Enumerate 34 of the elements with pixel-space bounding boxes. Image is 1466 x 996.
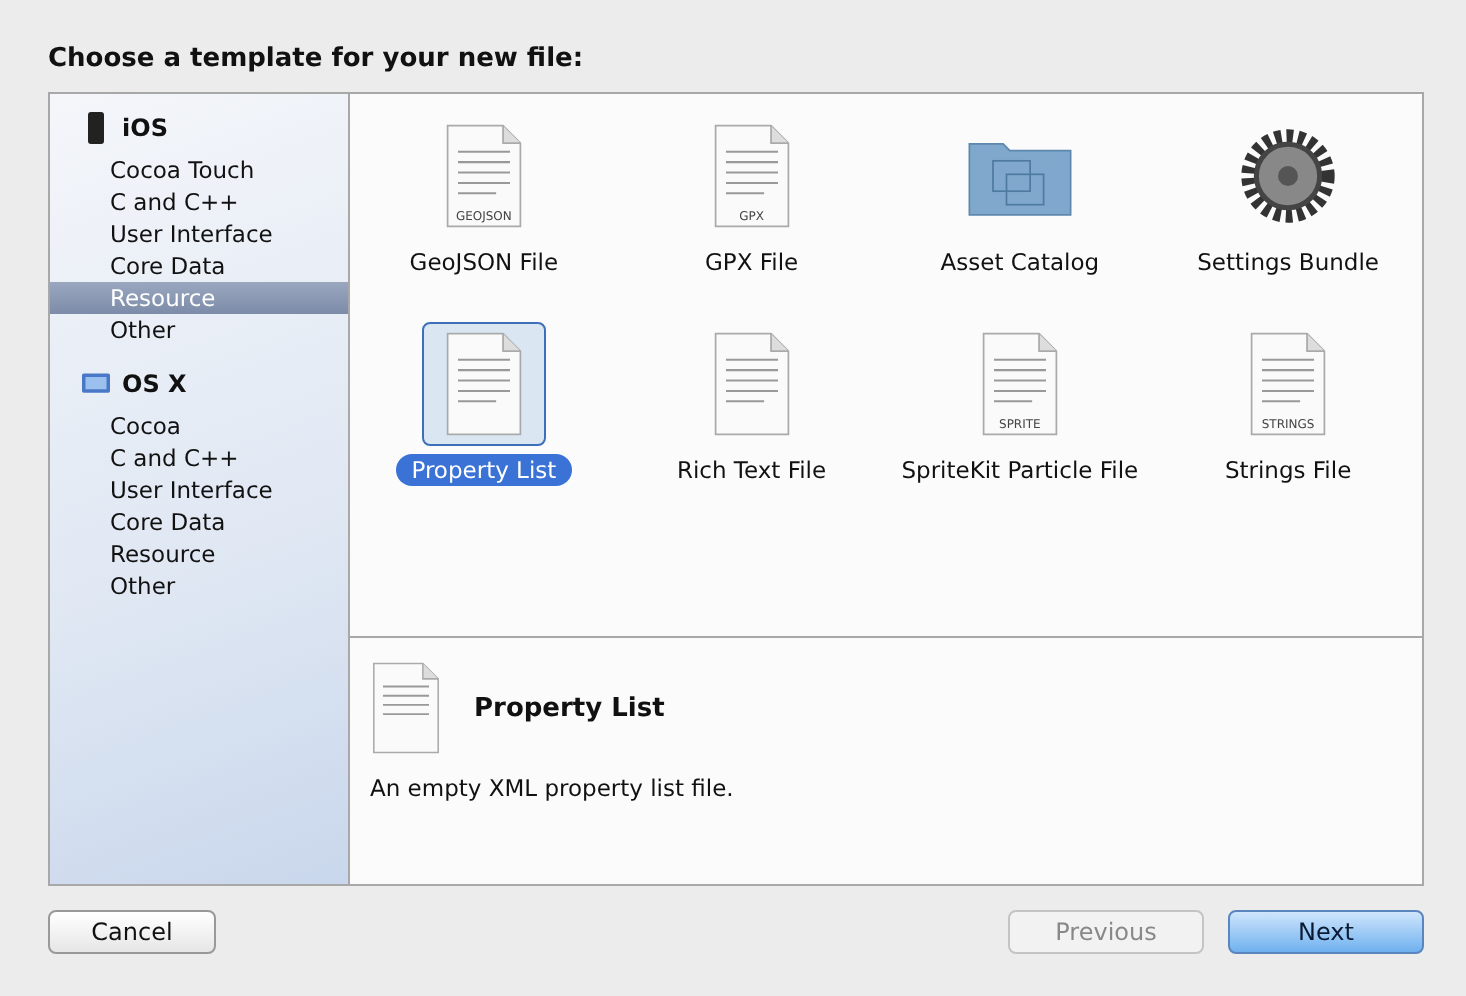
category-item[interactable]: C and C++ (50, 442, 348, 474)
category-item[interactable]: Other (50, 314, 348, 346)
detail-title: Property List (474, 693, 665, 723)
category-item[interactable]: Cocoa Touch (50, 154, 348, 186)
template-label[interactable]: GeoJSON File (393, 246, 575, 278)
category-item[interactable]: User Interface (50, 474, 348, 506)
template-label[interactable]: Asset Catalog (924, 246, 1116, 278)
phone-icon (82, 112, 110, 144)
category-item[interactable]: C and C++ (50, 186, 348, 218)
document-icon (711, 332, 792, 436)
category-item[interactable]: Other (50, 570, 348, 602)
template-label[interactable]: Settings Bundle (1181, 246, 1395, 278)
category-item[interactable]: Core Data (50, 250, 348, 282)
document-icon (370, 662, 442, 754)
template-label[interactable]: GPX File (688, 246, 815, 278)
dialog-button[interactable]: Next (1228, 910, 1424, 954)
category-item[interactable]: Cocoa (50, 410, 348, 442)
template-label[interactable]: Property List (395, 454, 573, 486)
dialog-button[interactable]: Cancel (48, 910, 216, 954)
document-icon (711, 124, 792, 228)
dialog-title: Choose a template for your new file: (48, 44, 586, 78)
platform-heading: OS X (122, 370, 187, 398)
category-item[interactable]: Resource (50, 538, 348, 570)
document-icon (443, 124, 524, 228)
template-label[interactable]: SpriteKit Particle File (885, 454, 1155, 486)
document-icon (443, 332, 524, 436)
category-item[interactable]: User Interface (50, 218, 348, 250)
category-item[interactable]: Core Data (50, 506, 348, 538)
template-label[interactable]: Strings File (1208, 454, 1368, 486)
platform-heading: iOS (122, 114, 168, 142)
document-icon (979, 332, 1060, 436)
template-label[interactable]: Rich Text File (660, 454, 843, 486)
document-icon (1248, 332, 1329, 436)
detail-description: An empty XML property list file. (370, 774, 736, 802)
